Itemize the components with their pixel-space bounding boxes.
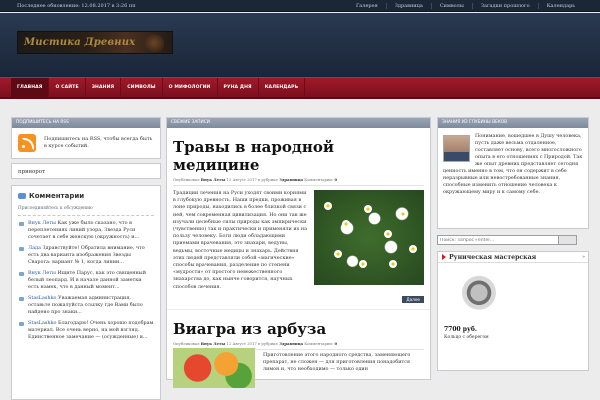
- subscribe-link[interactable]: Присоединяйтесь к обсуждению: [18, 206, 154, 216]
- product-description[interactable]: Кольцо с оберегом: [444, 335, 489, 340]
- post-author[interactable]: Внук Леты: [201, 177, 225, 182]
- nav-about[interactable]: О сайте: [49, 78, 86, 98]
- post-title[interactable]: Виагра из арбуза: [173, 320, 424, 338]
- right-column: Знания из глубины веков Понимание, вошед…: [437, 117, 589, 371]
- logo-text: Мистика Древних: [24, 37, 136, 48]
- comment-author[interactable]: Внук Леты: [28, 220, 56, 226]
- nav-symbols[interactable]: Символы: [121, 78, 163, 98]
- comments-title: Комментарии: [18, 192, 154, 200]
- comment-item: Внук Леты Ищите Парус, как это священный…: [18, 270, 154, 291]
- comment-text[interactable]: Здравствуйте! Обратила внимание, что ест…: [28, 245, 145, 265]
- topnav-calendar[interactable]: Календарь: [537, 3, 583, 9]
- search-input[interactable]: [437, 235, 559, 245]
- rss-content: Подпишитесь на RSS, чтобы всегда быть в …: [12, 128, 160, 158]
- search-button[interactable]: [559, 235, 577, 245]
- search-form: [437, 235, 589, 245]
- comments-box: Комментарии Присоединяйтесь к обсуждению…: [11, 185, 161, 400]
- chamomile-image[interactable]: [314, 190, 424, 285]
- about-box: Знания из глубины веков Понимание, вошед…: [437, 117, 589, 229]
- watermelon-image[interactable]: [173, 347, 255, 388]
- post-comments-count[interactable]: 0: [334, 341, 337, 346]
- post-excerpt: Традиции лечения на Руси уходят своими к…: [173, 190, 308, 290]
- product-price: 7700 руб.: [444, 326, 477, 333]
- post-excerpt: Приготовление этого народного средства, …: [263, 351, 411, 372]
- author-avatar: [443, 135, 470, 162]
- read-more-button[interactable]: Далее: [402, 295, 424, 303]
- post-comments-count[interactable]: 0: [334, 177, 337, 182]
- shop-title[interactable]: Руническая мастерская: [438, 252, 588, 263]
- comment-author[interactable]: StasLashko: [28, 320, 56, 326]
- post-watermelon: Виагра из арбуза Опубликовал Внук Леты 1…: [167, 308, 430, 388]
- rss-box: Подпишитесь на RSS Подпишитесь на RSS, ч…: [11, 117, 161, 159]
- post-meta: Опубликовал Внук Леты 12 Август 2017 в р…: [173, 177, 424, 186]
- rss-box-title: Подпишитесь на RSS: [12, 118, 160, 128]
- tag-link[interactable]: приворот: [18, 169, 45, 175]
- nav-calendar[interactable]: Календарь: [259, 78, 306, 98]
- comment-item: Лада Здравствуйте! Обратила внимание, чт…: [18, 245, 154, 266]
- nav-knowledge[interactable]: Знания: [86, 78, 122, 98]
- comment-author[interactable]: Лада: [28, 245, 41, 251]
- topnav-health[interactable]: Здравница: [385, 3, 431, 9]
- rss-text: Подпишитесь на RSS, чтобы всегда быть в …: [44, 136, 153, 149]
- post-category[interactable]: Здравница: [279, 341, 303, 346]
- top-bar: Последнее обновление: 12.08.2017 в 3:26 …: [0, 0, 600, 12]
- about-box-title: Знания из глубины веков: [438, 118, 588, 128]
- post-title[interactable]: Травы в народной медицине: [173, 138, 424, 174]
- comment-item: Внук Леты Как уже было сказано, что в пе…: [18, 220, 154, 241]
- nav-home[interactable]: Главная: [11, 78, 50, 98]
- middle-column: Свежие записи Травы в народной медицине …: [166, 117, 431, 388]
- comment-item: StasLashko Уважаемая администрация, оста…: [18, 295, 154, 316]
- post-author[interactable]: Внук Леты: [201, 341, 225, 346]
- topnav-symbols[interactable]: Символы: [430, 3, 472, 9]
- comment-author[interactable]: StasLashko: [28, 295, 56, 301]
- post-herbs: Травы в народной медицине Опубликовал Вн…: [167, 128, 430, 309]
- topnav-mysteries[interactable]: Загадки прошлого: [471, 3, 538, 9]
- post-body: Традиции лечения на Руси уходят своими к…: [173, 190, 424, 303]
- ring-image[interactable]: [444, 268, 514, 323]
- about-content: Понимание, вошедшее в Душу человека, пус…: [438, 128, 588, 228]
- fresh-posts-box: Свежие записи Травы в народной медицине …: [166, 117, 431, 388]
- header: Мистика Древних: [0, 13, 600, 77]
- site-logo[interactable]: Мистика Древних: [17, 31, 173, 54]
- shop-box: Руническая мастерская » 7700 руб. Кольцо…: [437, 251, 589, 371]
- nav-mythology[interactable]: О мифологии: [163, 78, 218, 98]
- comment-item: StasLashko Благодарю! Очень хорошо подоб…: [18, 320, 154, 341]
- post-category[interactable]: Здравница: [279, 177, 303, 182]
- comments-icon: [18, 193, 26, 199]
- fresh-posts-title: Свежие записи: [167, 118, 430, 128]
- logo-face-icon: [144, 34, 164, 52]
- main-nav: Главная О сайте Знания Символы О мифолог…: [0, 77, 600, 99]
- arrow-right-icon: [442, 254, 446, 260]
- comment-author[interactable]: Внук Леты: [28, 270, 56, 276]
- nav-rune-of-day[interactable]: Руна дня: [218, 78, 259, 98]
- tag-box: приворот: [11, 163, 161, 179]
- rss-icon[interactable]: [18, 134, 36, 152]
- topnav-gallery[interactable]: Галерея: [348, 3, 386, 9]
- last-updated: Последнее обновление: 12.08.2017 в 3:26 …: [17, 3, 136, 9]
- left-column: Подпишитесь на RSS Подпишитесь на RSS, ч…: [11, 117, 161, 400]
- top-nav: Галерея Здравница Символы Загадки прошло…: [348, 3, 583, 9]
- shop-more-link[interactable]: »: [582, 254, 585, 260]
